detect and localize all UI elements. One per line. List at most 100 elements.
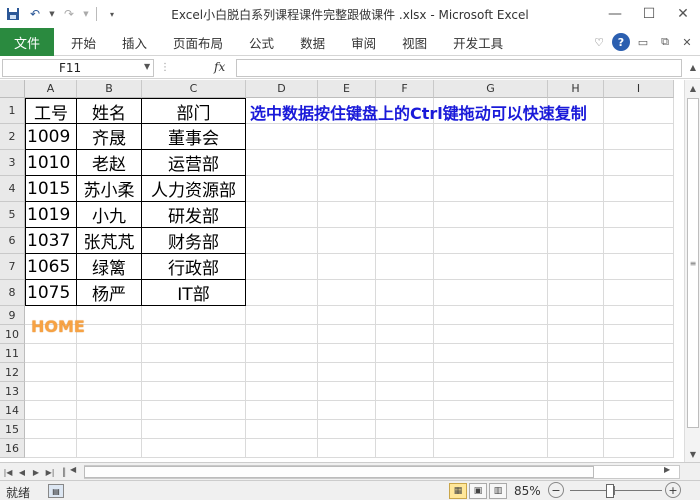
cell-e6[interactable]	[318, 228, 376, 254]
cell-e15[interactable]	[318, 420, 376, 439]
cell-g2[interactable]	[434, 124, 548, 150]
cell-g9[interactable]	[434, 306, 548, 325]
tab-split-icon[interactable]: ║	[58, 465, 70, 479]
cell-h6[interactable]	[548, 228, 604, 254]
cell-f14[interactable]	[376, 401, 434, 420]
formula-bar-grip-icon[interactable]: ⋮	[160, 62, 170, 73]
cell-f4[interactable]	[376, 176, 434, 202]
cell-d10[interactable]	[246, 325, 318, 344]
cell-b11[interactable]	[77, 344, 142, 363]
cell-f7[interactable]	[376, 254, 434, 280]
table-cell[interactable]: 齐晟	[77, 124, 142, 150]
cell-i14[interactable]	[604, 401, 674, 420]
ribbon-collapse-icon[interactable]: ♡	[590, 33, 608, 51]
tab-data[interactable]: 数据	[287, 28, 338, 56]
cell-g14[interactable]	[434, 401, 548, 420]
tab-page-layout[interactable]: 页面布局	[160, 28, 236, 56]
table-cell[interactable]: 1019	[25, 202, 77, 228]
cell-a12[interactable]	[25, 363, 77, 382]
cell-h9[interactable]	[548, 306, 604, 325]
cell-g3[interactable]	[434, 150, 548, 176]
tab-insert[interactable]: 插入	[109, 28, 160, 56]
cell-h11[interactable]	[548, 344, 604, 363]
cell-g11[interactable]	[434, 344, 548, 363]
row-header-7[interactable]: 7	[0, 254, 25, 280]
row-header-13[interactable]: 13	[0, 382, 25, 401]
row-header-5[interactable]: 5	[0, 202, 25, 228]
redo-dropdown-icon[interactable]: ▼	[82, 5, 90, 23]
home-link[interactable]: HOME	[31, 317, 85, 336]
cell-i3[interactable]	[604, 150, 674, 176]
customize-qat-icon[interactable]: ▾	[103, 5, 121, 23]
cell-i12[interactable]	[604, 363, 674, 382]
cell-e7[interactable]	[318, 254, 376, 280]
zoom-slider-thumb[interactable]	[605, 484, 614, 498]
table-cell[interactable]: 1010	[25, 150, 77, 176]
formula-input[interactable]	[236, 59, 682, 77]
cell-h12[interactable]	[548, 363, 604, 382]
vertical-scroll-thumb[interactable]: ≡	[687, 98, 699, 428]
table-cell[interactable]: 董事会	[142, 124, 246, 150]
table-cell[interactable]: 小九	[77, 202, 142, 228]
row-header-8[interactable]: 8	[0, 280, 25, 306]
table-header-cell[interactable]: 部门	[142, 98, 246, 124]
cell-b13[interactable]	[77, 382, 142, 401]
cell-f8[interactable]	[376, 280, 434, 306]
cell-g10[interactable]	[434, 325, 548, 344]
table-cell[interactable]: 人力资源部	[142, 176, 246, 202]
cell-h4[interactable]	[548, 176, 604, 202]
select-all-corner[interactable]	[0, 80, 25, 98]
cell-e9[interactable]	[318, 306, 376, 325]
cell-f13[interactable]	[376, 382, 434, 401]
cell-e10[interactable]	[318, 325, 376, 344]
cell-i2[interactable]	[604, 124, 674, 150]
cell-h13[interactable]	[548, 382, 604, 401]
scroll-down-icon[interactable]: ▼	[685, 446, 700, 462]
cell-h10[interactable]	[548, 325, 604, 344]
save-icon[interactable]	[4, 5, 22, 23]
cell-i16[interactable]	[604, 439, 674, 458]
table-cell[interactable]: 1065	[25, 254, 77, 280]
formula-expand-icon[interactable]: ▲	[690, 63, 696, 72]
cell-g15[interactable]	[434, 420, 548, 439]
row-header-9[interactable]: 9	[0, 306, 25, 325]
cell-c14[interactable]	[142, 401, 246, 420]
cell-i5[interactable]	[604, 202, 674, 228]
column-header-d[interactable]: D	[246, 80, 318, 98]
cell-f16[interactable]	[376, 439, 434, 458]
cell-b14[interactable]	[77, 401, 142, 420]
cell-c11[interactable]	[142, 344, 246, 363]
scroll-right-icon[interactable]: ▶	[664, 465, 670, 474]
cell-e13[interactable]	[318, 382, 376, 401]
cell-e14[interactable]	[318, 401, 376, 420]
workbook-close-icon[interactable]: ✕	[678, 33, 696, 51]
cell-i4[interactable]	[604, 176, 674, 202]
cell-e11[interactable]	[318, 344, 376, 363]
cell-d14[interactable]	[246, 401, 318, 420]
cell-h15[interactable]	[548, 420, 604, 439]
cell-f3[interactable]	[376, 150, 434, 176]
prev-sheet-icon[interactable]: ◀	[16, 465, 28, 479]
cell-b10[interactable]	[77, 325, 142, 344]
table-cell[interactable]: 老赵	[77, 150, 142, 176]
macro-record-icon[interactable]: ▤	[48, 484, 64, 498]
cell-h5[interactable]	[548, 202, 604, 228]
cell-d13[interactable]	[246, 382, 318, 401]
cell-a11[interactable]	[25, 344, 77, 363]
cell-i6[interactable]	[604, 228, 674, 254]
row-header-6[interactable]: 6	[0, 228, 25, 254]
scroll-left-icon[interactable]: ◀	[70, 465, 76, 474]
zoom-slider-track[interactable]	[570, 490, 662, 491]
cell-b9[interactable]	[77, 306, 142, 325]
cell-h14[interactable]	[548, 401, 604, 420]
vertical-scrollbar[interactable]: ▲ ≡ ▼	[684, 80, 700, 462]
cell-g8[interactable]	[434, 280, 548, 306]
zoom-in-button[interactable]: +	[665, 482, 681, 498]
cell-g5[interactable]	[434, 202, 548, 228]
tab-formulas[interactable]: 公式	[236, 28, 287, 56]
cell-b12[interactable]	[77, 363, 142, 382]
first-sheet-icon[interactable]: |◀	[2, 465, 14, 479]
page-layout-view-icon[interactable]: ▣	[469, 483, 487, 499]
cell-i11[interactable]	[604, 344, 674, 363]
redo-icon[interactable]: ↷	[60, 5, 78, 23]
